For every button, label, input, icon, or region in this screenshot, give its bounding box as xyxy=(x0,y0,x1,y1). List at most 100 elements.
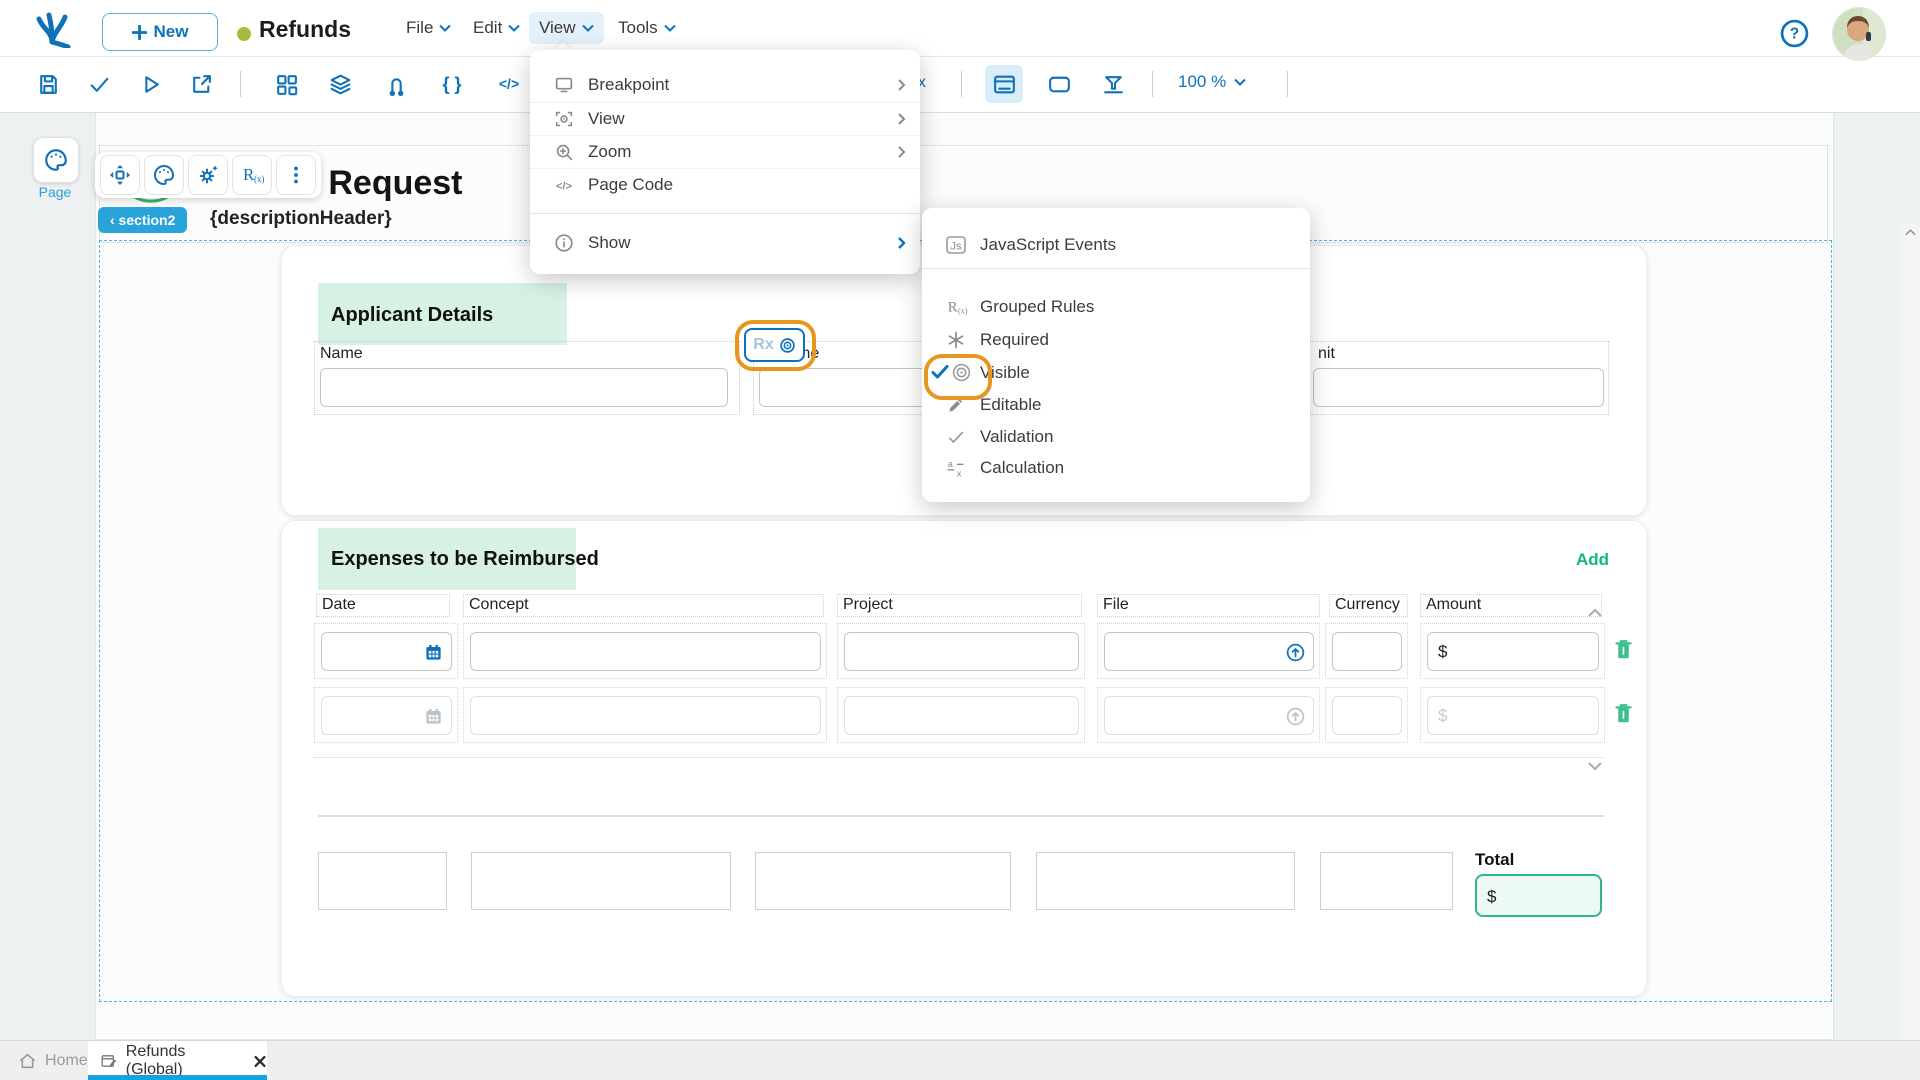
table-bottom-dotted xyxy=(314,757,1604,758)
currency-cell[interactable] xyxy=(1325,687,1408,743)
flow-button[interactable] xyxy=(382,70,410,98)
zoom-level-control[interactable]: 100 % xyxy=(1178,72,1246,92)
third-field-input[interactable] xyxy=(1313,368,1604,407)
upload-icon[interactable] xyxy=(1285,642,1306,663)
delete-row-icon[interactable] xyxy=(1613,702,1634,725)
amount-cell[interactable]: $ xyxy=(1420,623,1605,679)
file-cell[interactable] xyxy=(1097,623,1320,679)
submenu-item-grouped-rules[interactable]: R (x) Grouped Rules xyxy=(922,290,1310,323)
summary-box[interactable] xyxy=(1320,852,1453,910)
date-input[interactable] xyxy=(321,696,452,735)
chevron-right-icon xyxy=(897,145,906,159)
submenu-item-required[interactable]: Required xyxy=(922,323,1310,356)
menu-item-view[interactable]: View xyxy=(530,102,920,135)
layers-button[interactable] xyxy=(326,70,354,98)
submenu-item-label: Grouped Rules xyxy=(980,297,1094,317)
menu-item-page-code[interactable]: </> Page Code xyxy=(530,168,920,201)
summary-box[interactable] xyxy=(471,852,731,910)
upload-icon[interactable] xyxy=(1285,706,1306,727)
date-cell[interactable] xyxy=(314,687,458,743)
more-options-button[interactable] xyxy=(276,155,316,195)
form-view-button[interactable] xyxy=(985,65,1023,103)
menu-item-zoom[interactable]: Zoom xyxy=(530,135,920,168)
menu-view[interactable]: View xyxy=(529,12,604,44)
currency-input[interactable] xyxy=(1332,696,1402,735)
concept-input[interactable] xyxy=(470,696,821,735)
help-button[interactable]: ? xyxy=(1780,19,1809,48)
file-input[interactable] xyxy=(1104,696,1314,735)
widgets-button[interactable] xyxy=(272,70,300,98)
gear-sparkle-icon xyxy=(196,163,220,187)
submenu-item-calculation[interactable]: a x Calculation xyxy=(922,451,1310,484)
home-tab[interactable]: Home xyxy=(18,1041,88,1080)
layers-icon xyxy=(328,72,353,97)
chevron-down-icon[interactable] xyxy=(1586,760,1604,772)
scroll-up-icon[interactable] xyxy=(1905,228,1916,236)
menu-item-breakpoint[interactable]: Breakpoint xyxy=(530,68,920,101)
delete-row-icon[interactable] xyxy=(1613,638,1634,661)
third-field-group[interactable]: nit xyxy=(1307,341,1609,415)
validate-button[interactable] xyxy=(85,70,113,98)
summary-box[interactable] xyxy=(318,852,447,910)
move-element-button[interactable] xyxy=(100,155,140,195)
calendar-icon[interactable] xyxy=(424,707,443,726)
preview-button[interactable] xyxy=(136,70,164,98)
total-field[interactable]: $ xyxy=(1475,874,1602,917)
user-avatar[interactable] xyxy=(1832,7,1886,61)
name-field-group[interactable]: Name xyxy=(314,341,740,415)
currency-symbol: $ xyxy=(1438,706,1447,726)
frame-view-button[interactable] xyxy=(1045,70,1073,98)
page-properties-button[interactable] xyxy=(33,137,79,183)
app-logo[interactable] xyxy=(32,10,72,48)
name-field-label: Name xyxy=(320,345,363,363)
new-button[interactable]: New xyxy=(102,13,218,51)
amount-input[interactable]: $ xyxy=(1427,696,1599,735)
date-input[interactable] xyxy=(321,632,452,671)
amount-input[interactable]: $ xyxy=(1427,632,1599,671)
date-cell[interactable] xyxy=(314,623,458,679)
vertical-scrollbar[interactable] xyxy=(1901,224,1920,1080)
expenses-card[interactable]: Expenses to be Reimbursed Add Date Conce… xyxy=(281,520,1647,997)
summary-box[interactable] xyxy=(755,852,1011,910)
monitor-icon xyxy=(553,74,575,96)
submenu-item-validation[interactable]: Validation xyxy=(922,420,1310,453)
chevron-up-icon[interactable] xyxy=(1586,607,1604,619)
concept-cell[interactable] xyxy=(463,623,827,679)
file-input[interactable] xyxy=(1104,632,1314,671)
currency-cell[interactable] xyxy=(1325,623,1408,679)
section-badge[interactable]: ‹ section2 xyxy=(98,207,187,233)
save-button[interactable] xyxy=(34,70,62,98)
concept-input[interactable] xyxy=(470,632,821,671)
project-cell[interactable] xyxy=(837,687,1085,743)
menu-edit[interactable]: Edit xyxy=(463,12,530,44)
code-button[interactable]: </> xyxy=(495,70,523,98)
braces-button[interactable]: { } xyxy=(438,70,466,98)
filter-view-button[interactable] xyxy=(1099,70,1127,98)
info-icon xyxy=(553,232,575,254)
svg-text:?: ? xyxy=(1790,26,1799,43)
column-header-date: Date xyxy=(316,594,450,617)
summary-box[interactable] xyxy=(1036,852,1295,910)
project-input[interactable] xyxy=(844,696,1079,735)
name-input[interactable] xyxy=(320,368,728,407)
submenu-item-javascript-events[interactable]: Js JavaScript Events xyxy=(922,228,1310,261)
concept-cell[interactable] xyxy=(463,687,827,743)
chevron-right-icon xyxy=(897,236,906,250)
calendar-icon[interactable] xyxy=(424,643,443,662)
currency-input[interactable] xyxy=(1332,632,1402,671)
close-tab-icon[interactable] xyxy=(253,1054,267,1069)
settings-element-button[interactable] xyxy=(188,155,228,195)
add-row-link[interactable]: Add xyxy=(1576,550,1609,570)
project-cell[interactable] xyxy=(837,623,1085,679)
menu-tools[interactable]: Tools xyxy=(608,12,686,44)
amount-cell[interactable]: $ xyxy=(1420,687,1605,743)
rules-element-button[interactable]: R (x) xyxy=(232,155,272,195)
file-cell[interactable] xyxy=(1097,687,1320,743)
project-input[interactable] xyxy=(844,632,1079,671)
chevron-down-icon xyxy=(582,24,594,32)
description-header-token[interactable]: {descriptionHeader} xyxy=(210,208,392,230)
menu-file[interactable]: File xyxy=(396,12,461,44)
menu-item-show[interactable]: Show xyxy=(530,226,920,259)
style-element-button[interactable] xyxy=(144,155,184,195)
publish-button[interactable] xyxy=(187,70,215,98)
